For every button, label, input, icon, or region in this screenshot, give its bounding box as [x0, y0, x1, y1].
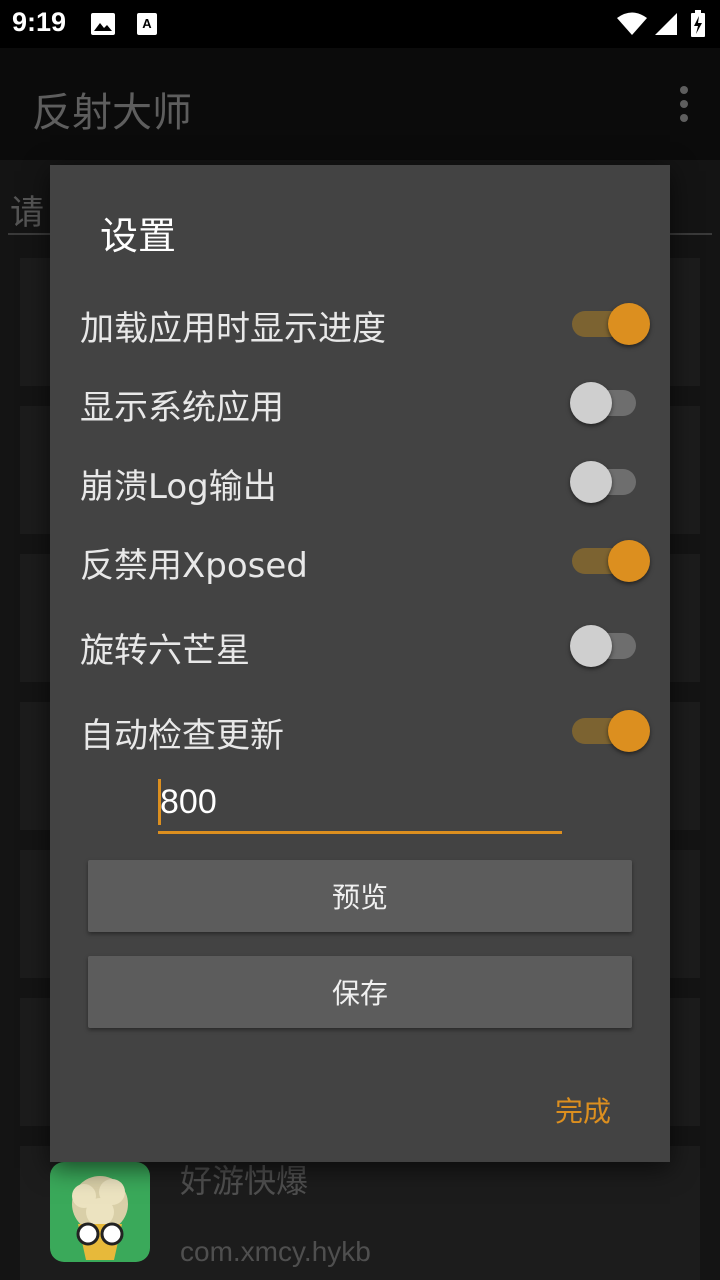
app-bar: 反射大师 — [0, 48, 720, 160]
value-input-container — [158, 775, 562, 835]
setting-label: 旋转六芒星 — [80, 631, 250, 671]
toggle-switch[interactable] — [570, 382, 640, 424]
battery-charging-icon — [691, 10, 705, 37]
save-button[interactable]: 保存 — [88, 956, 632, 1028]
toggle-switch[interactable] — [570, 540, 650, 582]
svg-text:A: A — [142, 16, 152, 31]
setting-label: 显示系统应用 — [80, 388, 284, 428]
setting-row-crash-log[interactable]: 崩溃Log输出 — [80, 451, 640, 511]
setting-row-show-system-apps[interactable]: 显示系统应用 — [80, 372, 640, 432]
setting-row-anti-disable-xposed[interactable]: 反禁用Xposed — [80, 530, 650, 590]
search-input[interactable]: 请 — [10, 185, 44, 234]
value-input[interactable] — [158, 775, 560, 829]
wifi-icon — [617, 12, 647, 35]
app-icon — [50, 1162, 150, 1262]
settings-dialog: 设置 加载应用时显示进度 显示系统应用 崩溃Log输出 反禁用Xposed 旋转… — [50, 165, 670, 1162]
toggle-switch[interactable] — [570, 625, 640, 667]
signal-icon — [655, 13, 677, 35]
status-bar: 9:19 A — [0, 0, 720, 48]
app-package: com.xmcy.hykb — [180, 1236, 371, 1267]
setting-label: 崩溃Log输出 — [80, 467, 277, 507]
setting-label: 反禁用Xposed — [80, 546, 308, 586]
a-notification-icon: A — [137, 13, 157, 35]
input-underline — [158, 831, 562, 834]
setting-row-rotate-hexagram[interactable]: 旋转六芒星 — [80, 615, 640, 675]
toggle-switch[interactable] — [570, 303, 650, 345]
app-title: 反射大师 — [32, 90, 192, 136]
status-time: 9:19 — [12, 7, 67, 37]
setting-row-show-progress[interactable]: 加载应用时显示进度 — [80, 293, 650, 353]
done-button[interactable]: 完成 — [555, 1090, 611, 1130]
setting-row-auto-update-check[interactable]: 自动检查更新 — [80, 700, 650, 760]
setting-label: 自动检查更新 — [80, 716, 284, 756]
app-name: 好游快爆 — [180, 1162, 309, 1200]
text-cursor — [158, 779, 161, 825]
more-vert-icon[interactable] — [678, 86, 690, 122]
list-item[interactable]: 好游快爆 com.xmcy.hykb — [20, 1146, 700, 1280]
toggle-switch[interactable] — [570, 461, 640, 503]
setting-label: 加载应用时显示进度 — [80, 309, 386, 349]
preview-button[interactable]: 预览 — [88, 860, 632, 932]
dialog-title: 设置 — [100, 214, 177, 258]
image-icon — [91, 13, 115, 35]
toggle-switch[interactable] — [570, 710, 650, 752]
